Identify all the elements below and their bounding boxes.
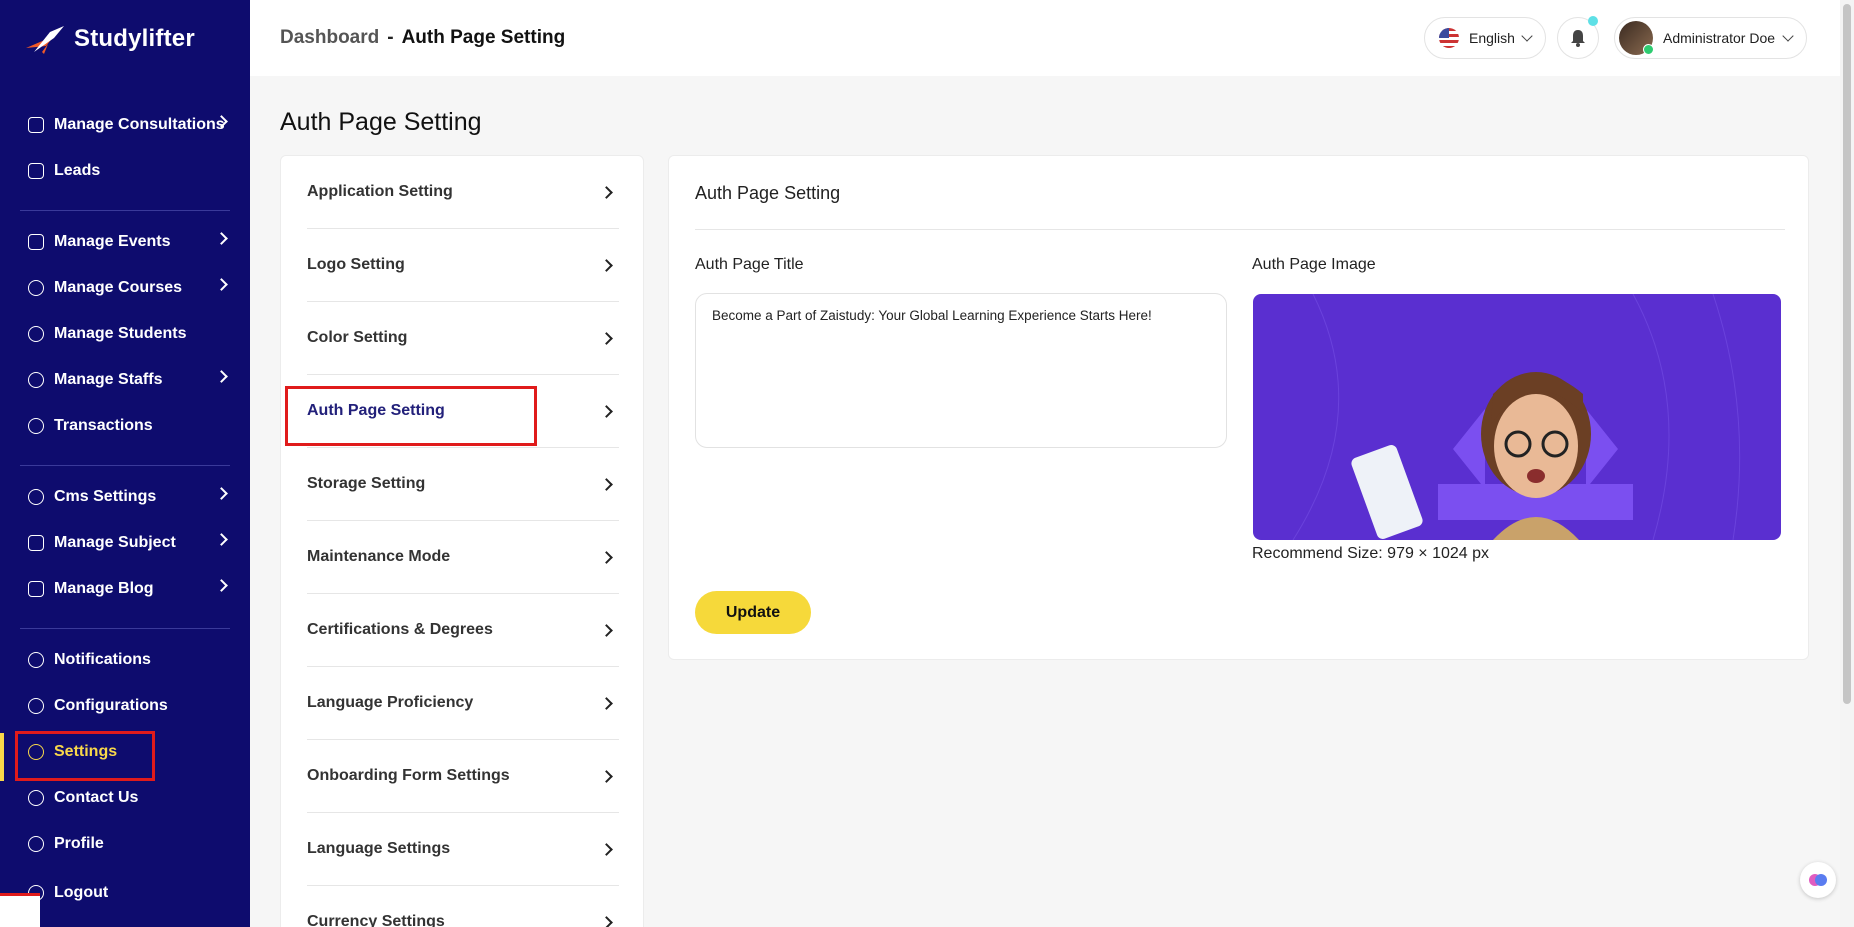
settings-menu-language-proficiency[interactable]: Language Proficiency — [307, 667, 619, 740]
leads-icon — [28, 163, 44, 179]
sidebar-item-contact-us[interactable]: Contact Us — [10, 778, 240, 818]
sidebar-item-notifications[interactable]: Notifications — [10, 640, 240, 680]
form-title: Auth Page Setting — [695, 183, 841, 203]
chevron-right-icon — [600, 843, 613, 856]
chevron-right-icon — [215, 370, 228, 383]
chevron-right-icon — [600, 916, 613, 927]
bell-icon — [1571, 30, 1585, 47]
auth-title-input[interactable]: Become a Part of Zaistudy: Your Global L… — [695, 293, 1227, 448]
sidebar-item-profile[interactable]: Profile — [10, 824, 240, 864]
cms-icon — [28, 489, 44, 505]
settings-menu-currency-settings[interactable]: Currency Settings — [307, 886, 619, 927]
sidebar-item-manage-subject[interactable]: Manage Subject — [10, 523, 240, 563]
chevron-right-icon — [215, 232, 228, 245]
chevron-down-icon — [1521, 30, 1533, 42]
sidebar-item-configurations[interactable]: Configurations — [10, 686, 240, 726]
staffs-icon — [28, 372, 44, 388]
update-button[interactable]: Update — [695, 591, 811, 634]
sidebar-item-manage-blog[interactable]: Manage Blog — [10, 569, 240, 609]
contact-icon — [28, 790, 44, 806]
chevron-right-icon — [600, 551, 613, 564]
brain-icon — [1809, 874, 1827, 886]
chevron-right-icon — [600, 332, 613, 345]
auth-page-form: Auth Page Setting Auth Page Title Become… — [668, 155, 1809, 660]
active-indicator — [0, 733, 4, 781]
breadcrumb-dashboard[interactable]: Dashboard — [280, 27, 379, 49]
notification-dot — [1588, 16, 1598, 26]
bell-icon — [28, 652, 44, 668]
sidebar-item-transactions[interactable]: Transactions — [10, 406, 240, 446]
form-divider — [695, 229, 1785, 230]
sidebar: Studylifter Manage Consultations Leads M… — [0, 0, 250, 927]
chevron-right-icon — [215, 533, 228, 546]
settings-menu-storage-setting[interactable]: Storage Setting — [307, 448, 619, 521]
courses-icon — [28, 280, 44, 296]
settings-menu-language-settings[interactable]: Language Settings — [307, 813, 619, 886]
language-label: English — [1469, 30, 1515, 46]
chevron-right-icon — [600, 259, 613, 272]
sidebar-item-logout[interactable]: Logout — [10, 873, 240, 913]
settings-menu-logo-setting[interactable]: Logo Setting — [307, 229, 619, 302]
settings-menu-maintenance-mode[interactable]: Maintenance Mode — [307, 521, 619, 594]
us-flag-icon — [1439, 28, 1459, 48]
chevron-right-icon — [600, 478, 613, 491]
settings-menu-color-setting[interactable]: Color Setting — [307, 302, 619, 375]
sidebar-item-manage-students[interactable]: Manage Students — [10, 314, 240, 354]
debug-badge[interactable] — [0, 893, 40, 927]
auth-page-highlight-box — [285, 386, 537, 446]
breadcrumb-separator: - — [387, 27, 394, 48]
sidebar-item-manage-staffs[interactable]: Manage Staffs — [10, 360, 240, 400]
settings-menu-certifications-degrees[interactable]: Certifications & Degrees — [307, 594, 619, 667]
user-name: Administrator Doe — [1663, 30, 1776, 46]
chevron-right-icon — [600, 770, 613, 783]
settings-menu-onboarding-form-settings[interactable]: Onboarding Form Settings — [307, 740, 619, 813]
auth-image-upload[interactable] — [1253, 294, 1781, 540]
chevron-right-icon — [215, 278, 228, 291]
sidebar-item-manage-consultations[interactable]: Manage Consultations — [10, 105, 240, 145]
chevron-right-icon — [600, 405, 613, 418]
auth-image-label: Auth Page Image — [1252, 256, 1376, 273]
chevron-right-icon — [600, 186, 613, 199]
sidebar-item-leads[interactable]: Leads — [10, 151, 240, 191]
sidebar-divider — [20, 465, 230, 466]
settings-highlight-box — [15, 731, 155, 781]
students-icon — [28, 326, 44, 342]
subject-icon — [28, 535, 44, 551]
transactions-icon — [28, 418, 44, 434]
sidebar-divider — [20, 210, 230, 211]
calendar-icon — [28, 234, 44, 250]
avatar — [1619, 21, 1654, 55]
user-menu[interactable]: Administrator Doe — [1614, 17, 1807, 59]
configurations-icon — [28, 698, 44, 714]
auth-title-label: Auth Page Title — [695, 256, 804, 273]
chevron-right-icon — [215, 579, 228, 592]
user-icon — [28, 836, 44, 852]
top-bar: Dashboard - Auth Page Setting English Ad… — [250, 0, 1854, 76]
settings-menu: Application Setting Logo Setting Color S… — [280, 155, 644, 927]
language-selector[interactable]: English — [1424, 17, 1546, 59]
page-title: Auth Page Setting — [280, 108, 482, 136]
auth-page-image — [1292, 294, 1741, 540]
recommend-size-text: Recommend Size: 979 × 1024 px — [1252, 545, 1490, 562]
settings-menu-application-setting[interactable]: Application Setting — [307, 156, 619, 229]
breadcrumb: Dashboard - Auth Page Setting — [280, 27, 565, 49]
breadcrumb-current: Auth Page Setting — [401, 27, 566, 48]
sidebar-divider — [20, 628, 230, 629]
sidebar-item-manage-events[interactable]: Manage Events — [10, 222, 240, 262]
chevron-right-icon — [600, 624, 613, 637]
sidebar-item-cms-settings[interactable]: Cms Settings — [10, 477, 240, 517]
studylifter-logo-icon — [26, 26, 64, 54]
assistant-button[interactable] — [1800, 862, 1836, 898]
scrollbar-thumb[interactable] — [1843, 4, 1851, 704]
chevron-right-icon — [600, 697, 613, 710]
blog-icon — [28, 581, 44, 597]
consultation-icon — [28, 117, 44, 133]
sidebar-item-manage-courses[interactable]: Manage Courses — [10, 268, 240, 308]
chevron-down-icon — [1782, 30, 1794, 42]
brand-name: Studylifter — [74, 25, 195, 52]
brand-logo[interactable]: Studylifter — [24, 22, 195, 56]
chevron-right-icon — [215, 487, 228, 500]
